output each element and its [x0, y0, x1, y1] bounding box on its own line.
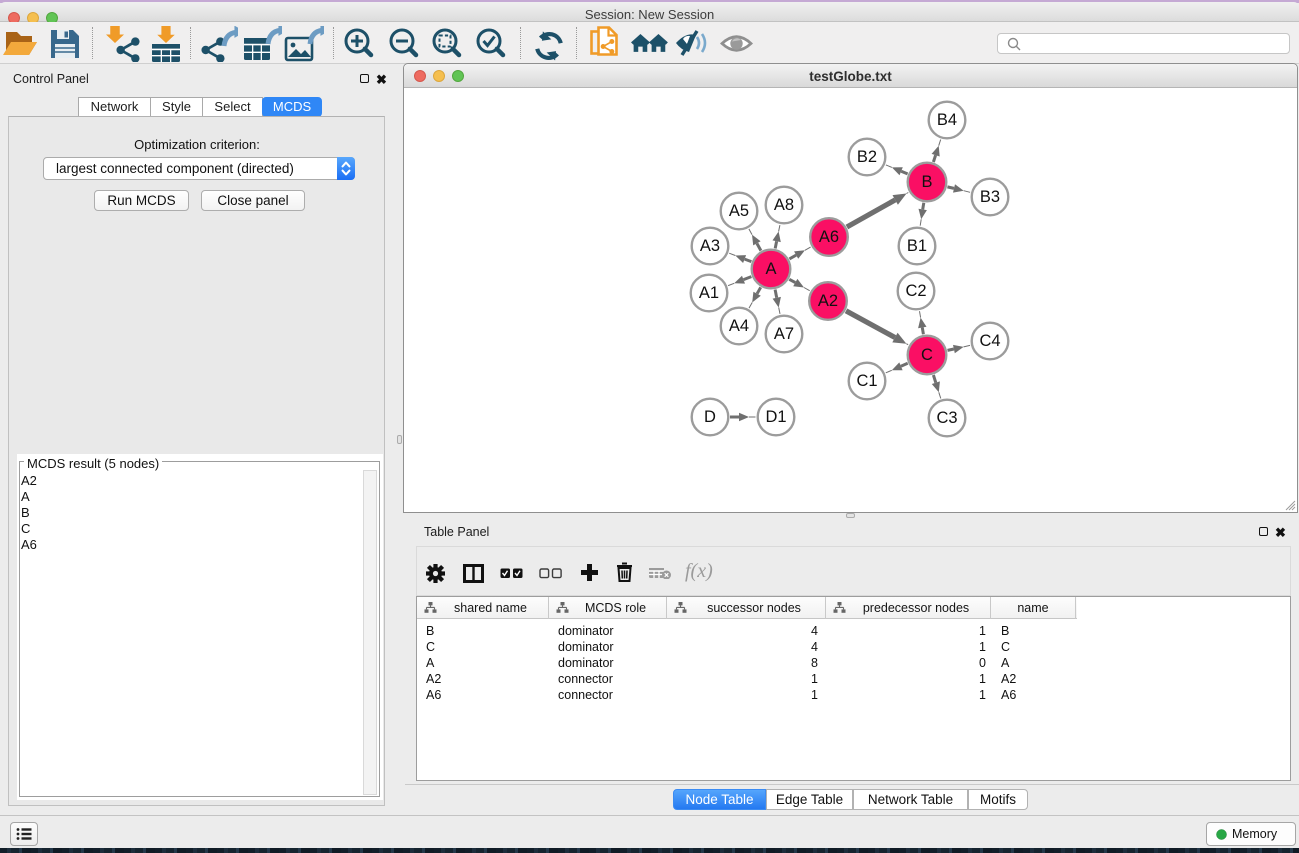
svg-text:A4: A4 — [729, 317, 749, 335]
svg-text:D1: D1 — [765, 408, 786, 426]
svg-text:A8: A8 — [774, 196, 794, 214]
svg-text:A1: A1 — [699, 284, 719, 302]
svg-text:A6: A6 — [819, 228, 839, 246]
svg-text:B4: B4 — [937, 111, 957, 129]
svg-text:B2: B2 — [857, 148, 877, 166]
svg-text:C2: C2 — [905, 282, 926, 300]
svg-text:A5: A5 — [729, 202, 749, 220]
svg-text:B: B — [921, 173, 932, 191]
svg-text:C1: C1 — [856, 372, 877, 390]
svg-text:D: D — [704, 408, 716, 426]
svg-text:A2: A2 — [818, 292, 838, 310]
svg-text:C4: C4 — [979, 332, 1000, 350]
svg-text:B3: B3 — [980, 188, 1000, 206]
svg-text:C3: C3 — [936, 409, 957, 427]
svg-text:A3: A3 — [700, 237, 720, 255]
svg-text:C: C — [921, 346, 933, 364]
svg-text:B1: B1 — [907, 237, 927, 255]
svg-text:A7: A7 — [774, 325, 794, 343]
svg-text:A: A — [765, 260, 776, 278]
